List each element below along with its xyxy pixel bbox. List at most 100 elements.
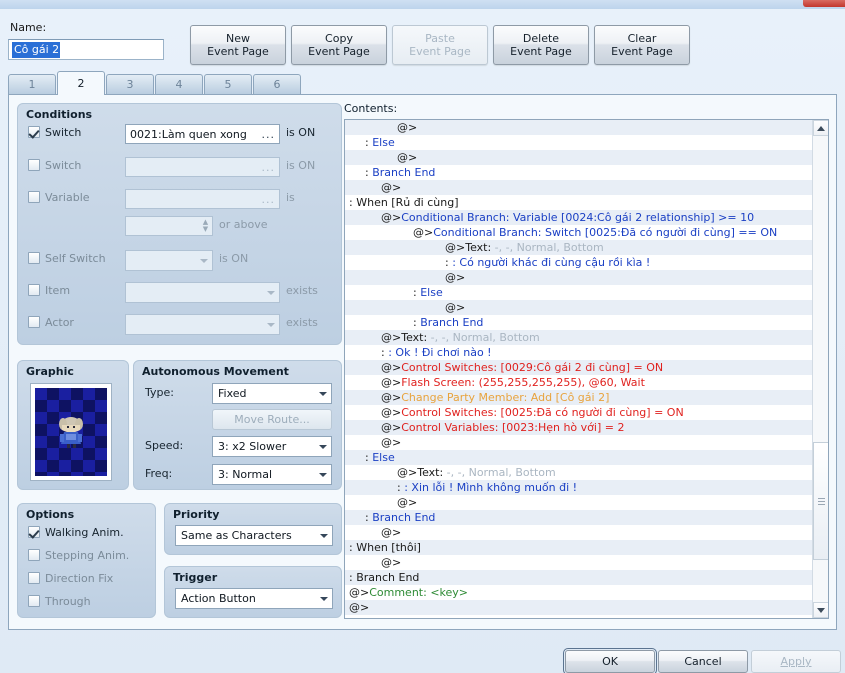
contents-row[interactable]: @>Change Party Member: Add [Cô gái 2] — [345, 390, 813, 405]
condition-variable-browse-icon[interactable]: ... — [262, 193, 278, 206]
contents-row[interactable]: @>Comment: <key> — [345, 585, 813, 600]
contents-row[interactable]: : Branch End — [345, 570, 813, 585]
contents-row[interactable]: @> — [345, 555, 813, 570]
chevron-down-icon[interactable] — [315, 384, 331, 403]
movement-freq-combo[interactable]: 3: Normal — [212, 464, 332, 485]
chevron-down-icon[interactable] — [263, 315, 279, 334]
close-icon[interactable] — [803, 0, 845, 7]
row-text: When [Rủ đi cùng] — [352, 196, 459, 209]
contents-row[interactable]: @> — [345, 150, 813, 165]
contents-row[interactable]: : When [thôi] — [345, 540, 813, 555]
condition-item-combo[interactable] — [125, 282, 280, 303]
contents-row[interactable]: : : Xin lỗi ! Mình không muốn đi ! — [345, 480, 813, 495]
scroll-thumb[interactable] — [813, 442, 828, 560]
condition-actor-checkbox[interactable] — [28, 316, 40, 328]
delete-event-page-button[interactable]: Delete Event Page — [493, 25, 589, 65]
condition-selfswitch-checkbox[interactable] — [28, 252, 40, 264]
condition-actor-combo[interactable] — [125, 314, 280, 335]
chevron-down-icon[interactable] — [316, 589, 332, 608]
contents-row[interactable]: : Else — [345, 285, 813, 300]
chevron-down-icon[interactable] — [315, 465, 331, 484]
graphic-preview[interactable] — [30, 383, 112, 481]
contents-row[interactable]: @>Flash Screen: (255,255,255,255), @60, … — [345, 375, 813, 390]
condition-selfswitch-combo[interactable] — [125, 250, 213, 271]
spinner-arrows-icon[interactable]: ▲ ▼ — [199, 217, 212, 235]
contents-row[interactable]: @> — [345, 270, 813, 285]
contents-row[interactable]: : When [Rủ đi cùng] — [345, 195, 813, 210]
condition-switch1-browse-icon[interactable]: ... — [262, 128, 278, 141]
condition-variable-checkbox[interactable] — [28, 191, 40, 203]
contents-row[interactable]: @> — [345, 495, 813, 510]
condition-switch1-checkbox[interactable] — [28, 126, 40, 138]
contents-row[interactable]: @> — [345, 120, 813, 135]
condition-variable-field[interactable]: ... — [125, 189, 280, 209]
row-prefix: @> — [381, 331, 402, 344]
tab-page-4[interactable]: 4 — [155, 74, 203, 94]
contents-row[interactable]: @> — [345, 525, 813, 540]
tab-page-1[interactable]: 1 — [8, 74, 56, 94]
cancel-button[interactable]: Cancel — [658, 650, 748, 673]
contents-row[interactable]: : Branch End — [345, 165, 813, 180]
condition-switch1-field[interactable]: 0021:Làm quen xong ... — [125, 124, 280, 144]
options-title: Options — [26, 508, 75, 521]
tab-page-2[interactable]: 2 — [57, 71, 105, 95]
tab-page-3[interactable]: 3 — [106, 74, 154, 94]
contents-row[interactable]: @> — [345, 180, 813, 195]
contents-listbox[interactable]: @>: Else @>: Branch End @>: When [Rủ đi cù… — [344, 119, 829, 619]
tab-page-6[interactable]: 6 — [253, 74, 301, 94]
contents-row[interactable]: : : Ok ! Đi chơi nào ! — [345, 345, 813, 360]
contents-row[interactable]: @> — [345, 435, 813, 450]
chevron-down-icon[interactable] — [263, 283, 279, 302]
scroll-up-icon[interactable] — [813, 120, 828, 136]
tab-page-5[interactable]: 5 — [204, 74, 252, 94]
delete-event-page-line2: Event Page — [510, 45, 572, 58]
row-text: Change Party Member: Add [Cô gái 2] — [401, 391, 610, 404]
movement-title: Autonomous Movement — [142, 365, 289, 378]
event-name-input[interactable]: Cô gái 2 — [8, 39, 164, 60]
contents-row[interactable]: @>Conditional Branch: Variable [0024:Cô … — [345, 210, 813, 225]
new-event-page-button[interactable]: New Event Page — [190, 25, 286, 65]
contents-row[interactable]: @>Conditional Branch: Switch [0025:Đã có… — [345, 225, 813, 240]
trigger-combo[interactable]: Action Button — [175, 588, 333, 609]
contents-row[interactable]: @> — [345, 300, 813, 315]
condition-switch2-browse-icon[interactable]: ... — [262, 161, 278, 174]
contents-row[interactable]: @>Text: -, -, Normal, Bottom — [345, 465, 813, 480]
contents-row[interactable]: @>Control Variables: [0023:Hẹn hò với] =… — [345, 420, 813, 435]
contents-row[interactable]: : Else — [345, 135, 813, 150]
movement-type-combo[interactable]: Fixed — [212, 383, 332, 404]
chevron-down-icon[interactable] — [316, 526, 332, 545]
condition-switch2-checkbox[interactable] — [28, 159, 40, 171]
priority-group: Priority Same as Characters — [164, 503, 342, 555]
contents-row[interactable]: @>Control Switches: [0025:Đã có người đi… — [345, 405, 813, 420]
condition-variable-spinner[interactable]: ▲ ▼ — [125, 216, 213, 236]
clear-event-page-button[interactable]: Clear Event Page — [594, 25, 690, 65]
option-through-checkbox[interactable] — [28, 595, 40, 607]
contents-row[interactable]: : Else — [345, 450, 813, 465]
movement-speed-value: 3: x2 Slower — [218, 440, 287, 453]
scroll-down-icon[interactable] — [813, 602, 828, 618]
condition-switch2-field[interactable]: ... — [125, 157, 280, 177]
copy-event-page-button[interactable]: Copy Event Page — [291, 25, 387, 65]
contents-row[interactable]: : : Có người khác đi cùng cậu rồi kìa ! — [345, 255, 813, 270]
chevron-down-icon[interactable] — [196, 251, 212, 270]
movement-speed-combo[interactable]: 3: x2 Slower — [212, 436, 332, 457]
contents-row[interactable]: @> — [345, 600, 813, 615]
option-stepping-anim-checkbox[interactable] — [28, 549, 40, 561]
contents-row[interactable]: : Branch End — [345, 315, 813, 330]
row-prefix: @> — [381, 436, 402, 449]
contents-row[interactable]: @>Text: -, -, Normal, Bottom — [345, 240, 813, 255]
chevron-down-icon[interactable] — [315, 437, 331, 456]
ok-button[interactable]: OK — [563, 648, 657, 673]
priority-combo[interactable]: Same as Characters — [175, 525, 333, 546]
copy-event-page-line2: Event Page — [308, 45, 370, 58]
option-walking-anim-checkbox[interactable] — [28, 526, 40, 538]
condition-item-checkbox[interactable] — [28, 284, 40, 296]
clear-event-page-line2: Event Page — [611, 45, 673, 58]
option-direction-fix-checkbox[interactable] — [28, 572, 40, 584]
contents-row[interactable]: @>Control Switches: [0029:Cô gái 2 đi cù… — [345, 360, 813, 375]
contents-row[interactable]: @>Text: -, -, Normal, Bottom — [345, 330, 813, 345]
condition-variable-spin-suffix: or above — [219, 218, 268, 231]
event-page-tabs: 1 2 3 4 5 6 — [8, 71, 837, 95]
contents-row[interactable]: : Branch End — [345, 510, 813, 525]
contents-scrollbar[interactable] — [812, 120, 828, 618]
